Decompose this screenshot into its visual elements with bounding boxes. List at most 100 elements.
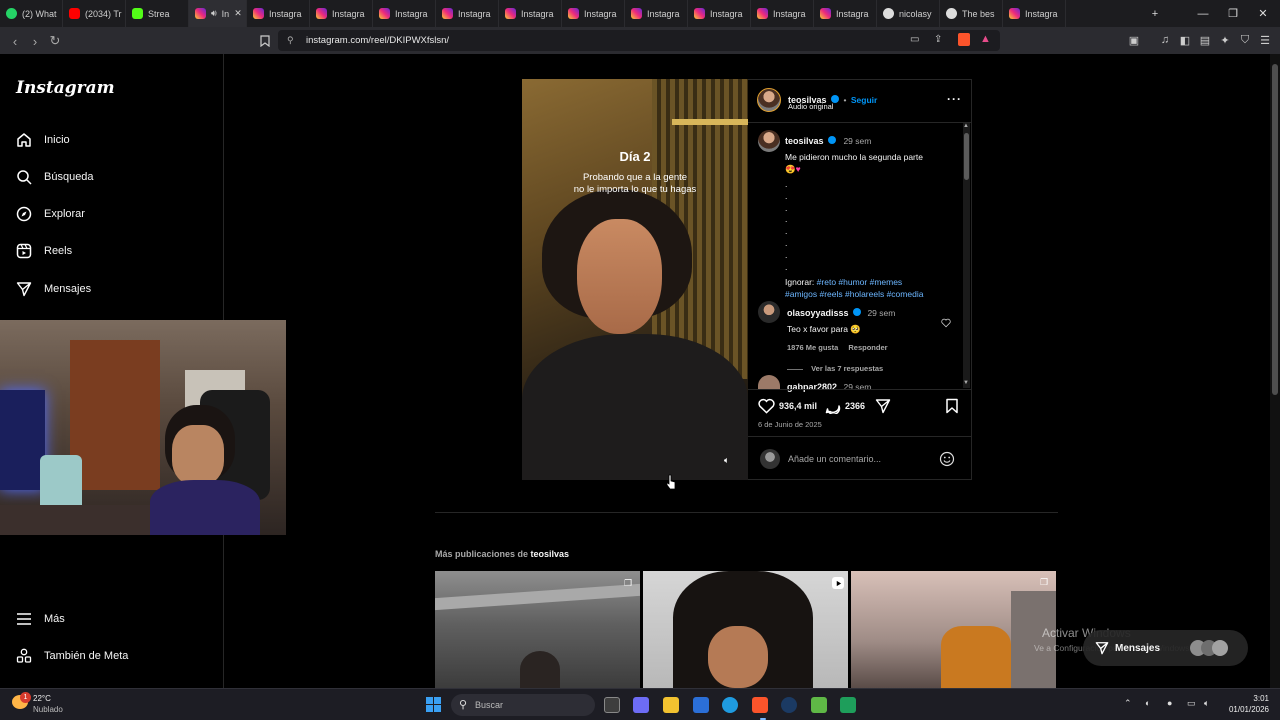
browser-tab[interactable]: nicolasy [877, 0, 940, 27]
minimize-button[interactable]: — [1188, 0, 1218, 27]
browser-tab[interactable]: Instagra [751, 0, 814, 27]
comment-username[interactable]: olasoyyadisss [787, 308, 849, 318]
tray-app-icon[interactable]: ◐ [1145, 698, 1150, 708]
reload-icon[interactable]: ↻ [45, 31, 65, 51]
close-tab-icon[interactable]: ✕ [234, 8, 242, 19]
scroll-down-icon[interactable]: ▼ [963, 380, 969, 386]
audio-label[interactable]: Audio original [788, 102, 833, 111]
sidebar-item-inicio[interactable]: Inicio [16, 130, 70, 150]
weather-temp[interactable]: 22°C [33, 694, 51, 703]
more-posts-author[interactable]: teosilvas [531, 549, 570, 559]
taskbar-search[interactable]: ⚲ Buscar [451, 694, 595, 716]
volume-icon[interactable]: 🔈︎ [1204, 698, 1209, 709]
likes-count[interactable]: 936,4 mil [779, 401, 817, 411]
browser-tab[interactable]: (2034) Tr [63, 0, 126, 27]
browser-tab[interactable]: The bes [940, 0, 1003, 27]
save-button[interactable] [945, 398, 959, 419]
clock-time[interactable]: 3:01 [1225, 694, 1269, 703]
browser-tab[interactable]: Instagra [1003, 0, 1066, 27]
comment-likes[interactable]: 1876 Me gusta [787, 343, 838, 352]
forward-button[interactable]: › [25, 31, 45, 51]
sidebar-item-mensajes[interactable]: Mensajes [16, 279, 91, 299]
browser-tab[interactable]: Instagra [688, 0, 751, 27]
comment-avatar[interactable] [758, 301, 780, 323]
more-options-icon[interactable]: ··· [947, 92, 962, 106]
brave-shield-icon[interactable] [958, 33, 970, 46]
tray-chevron-icon[interactable]: ⌃ [1124, 698, 1132, 709]
sidebar-toggle-icon[interactable]: ▣ [1127, 33, 1141, 47]
browser-tab[interactable]: (2) What [0, 0, 63, 27]
also-from-meta-button[interactable]: También de Meta [16, 646, 128, 666]
browser-tab[interactable]: Instagra [247, 0, 310, 27]
reply-button[interactable]: Responder [848, 343, 887, 352]
steam-icon[interactable] [781, 697, 797, 713]
reel-video[interactable]: Día 2 Probando que a la gente no le impo… [522, 79, 748, 480]
comment-avatar[interactable] [758, 375, 780, 389]
emoji-picker-icon[interactable] [939, 451, 955, 472]
browser-tab[interactable]: Instagra [310, 0, 373, 27]
author-avatar[interactable] [757, 88, 781, 112]
vpn-shield-icon[interactable]: ⛉ [1238, 33, 1252, 47]
comment-username[interactable]: gabpar2802 [787, 382, 837, 392]
more-button[interactable]: Más [16, 609, 65, 629]
share-icon[interactable]: ⇪ [934, 34, 942, 45]
browser-tab[interactable]: Instagra [625, 0, 688, 27]
app-icon[interactable] [840, 697, 856, 713]
cast-icon[interactable]: ▭ [910, 34, 919, 45]
browser-tab[interactable]: Instagra [499, 0, 562, 27]
caption-avatar[interactable] [758, 130, 780, 152]
scroll-up-icon[interactable]: ▲ [963, 123, 969, 129]
site-info-icon[interactable]: ⚲ [287, 35, 294, 46]
sidebar-item-busqueda[interactable]: Búsqueda [16, 167, 94, 187]
brave-icon[interactable] [752, 697, 768, 713]
hashtags-line-2[interactable]: #amigos #reels #holareels #comedia [785, 289, 965, 299]
brave-rewards-icon[interactable]: ▲ [980, 33, 991, 45]
instagram-logo[interactable]: Instagram [16, 78, 115, 98]
address-bar[interactable]: ⚲ instagram.com/reel/DKIPWXfslsn/ ▭ ⇪ ▲ [278, 30, 1000, 51]
file-explorer-icon[interactable] [663, 697, 679, 713]
app-icon[interactable] [811, 697, 827, 713]
page-scroll-thumb[interactable] [1272, 64, 1278, 395]
browser-tab[interactable]: 🔊︎ In ✕ [189, 0, 247, 27]
new-tab-button[interactable]: + [1140, 0, 1170, 27]
menu-icon[interactable]: ☰ [1258, 33, 1272, 47]
browser-tab[interactable]: Instagra [814, 0, 877, 27]
browser-tab[interactable]: Strea [126, 0, 189, 27]
clock-date[interactable]: 01/01/2026 [1220, 705, 1269, 714]
comment-button[interactable]: 2366 [825, 398, 865, 414]
close-window-button[interactable]: ✕ [1248, 0, 1278, 27]
task-view-icon[interactable] [604, 697, 620, 713]
media-icon[interactable]: ♫ [1158, 33, 1172, 47]
hashtags-line-1[interactable]: #reto #humor #memes [817, 277, 903, 287]
network-icon[interactable]: ▭ [1187, 698, 1196, 709]
sidebar-item-reels[interactable]: Reels [16, 241, 72, 261]
audio-playing-icon[interactable]: 🔊︎ [211, 8, 217, 19]
browser-tab[interactable]: Instagra [562, 0, 625, 27]
start-button[interactable] [426, 697, 441, 712]
ai-assistant-icon[interactable]: ✦ [1218, 33, 1232, 47]
follow-button[interactable]: Seguir [851, 95, 877, 105]
browser-tab[interactable]: Instagra [436, 0, 499, 27]
wallet-icon[interactable]: ▤ [1198, 33, 1212, 47]
sidebar-item-explorar[interactable]: Explorar [16, 204, 85, 224]
teams-icon[interactable] [633, 697, 649, 713]
panel-icon[interactable]: ◧ [1178, 33, 1192, 47]
post-thumbnail[interactable] [643, 571, 848, 688]
back-button[interactable]: ‹ [5, 31, 25, 51]
comments-scroll-thumb[interactable] [964, 133, 969, 180]
like-button[interactable]: 936,4 mil [758, 398, 817, 414]
bookmark-icon[interactable] [255, 31, 275, 51]
browser-tab[interactable]: Instagra [373, 0, 436, 27]
messages-floating-button[interactable]: Mensajes [1083, 630, 1248, 666]
maximize-button[interactable]: ❐ [1218, 0, 1248, 27]
mute-icon[interactable]: 🔈︎ [724, 455, 729, 466]
view-replies-button[interactable]: Ver las 7 respuestas [811, 364, 883, 373]
weather-desc[interactable]: Nublado [33, 705, 63, 714]
edge-icon[interactable] [722, 697, 738, 713]
post-thumbnail[interactable]: ❐ [851, 571, 1056, 688]
add-comment-input[interactable]: Añade un comentario... [788, 454, 881, 464]
post-thumbnail[interactable]: ❐ [435, 571, 640, 688]
comment-like-icon[interactable] [941, 315, 951, 333]
microphone-icon[interactable]: ● [1167, 698, 1172, 708]
share-post-button[interactable] [875, 398, 891, 419]
